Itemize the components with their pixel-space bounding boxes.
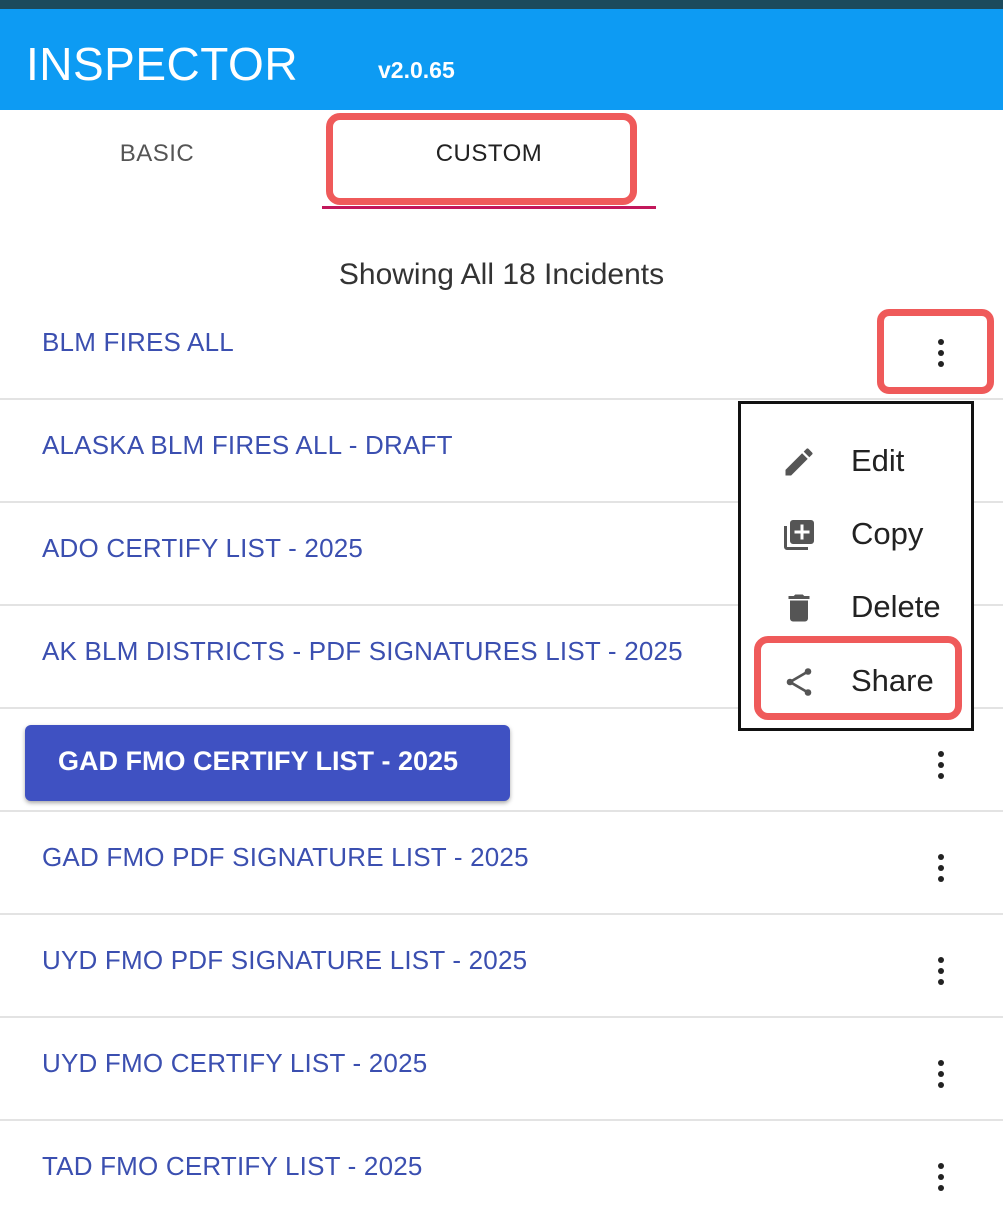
trash-icon [788, 594, 810, 622]
more-options-button[interactable] [922, 947, 960, 995]
more-vert-icon [938, 957, 944, 963]
list-item-label[interactable]: ALASKA BLM FIRES ALL - DRAFT [42, 430, 453, 461]
menu-item-label: Delete [851, 589, 941, 624]
list-item-label[interactable]: TAD FMO CERTIFY LIST - 2025 [42, 1151, 423, 1182]
share-item-highlight [754, 636, 962, 720]
menu-item-edit[interactable]: Edit [741, 424, 971, 494]
app-header: INSPECTOR v2.0.65 [0, 9, 1003, 110]
more-options-button[interactable] [922, 1153, 960, 1201]
list-item-label[interactable]: AK BLM DISTRICTS - PDF SIGNATURES LIST -… [42, 636, 683, 667]
list-item-label: GAD FMO CERTIFY LIST - 2025 [58, 746, 459, 776]
more-options-button[interactable] [922, 741, 960, 789]
selected-list-chip[interactable]: GAD FMO CERTIFY LIST - 2025 [25, 725, 510, 801]
menu-item-copy[interactable]: Copy [741, 497, 971, 567]
menu-item-label: Edit [851, 443, 905, 478]
more-options-button[interactable] [922, 844, 960, 892]
more-vert-icon [938, 751, 944, 757]
incident-count-status: Showing All 18 Incidents [338, 258, 665, 291]
more-vert-icon [938, 854, 944, 860]
more-options-button[interactable] [922, 1050, 960, 1098]
list-item-label[interactable]: BLM FIRES ALL [42, 327, 234, 358]
menu-item-delete[interactable]: Delete [741, 570, 971, 640]
custom-tab-highlight [326, 113, 637, 205]
app-version: v2.0.65 [378, 57, 455, 83]
more-vert-icon [938, 1060, 944, 1066]
pencil-icon [785, 448, 813, 476]
list-item-label[interactable]: ADO CERTIFY LIST - 2025 [42, 533, 363, 564]
list-item-label[interactable]: UYD FMO CERTIFY LIST - 2025 [42, 1048, 427, 1079]
more-button-highlight [877, 309, 994, 394]
more-vert-icon [938, 1163, 944, 1169]
list-item[interactable]: UYD FMO PDF SIGNATURE LIST - 2025 [0, 915, 1003, 1018]
list-item[interactable]: BLM FIRES ALL [0, 297, 1003, 400]
list-item-label[interactable]: UYD FMO PDF SIGNATURE LIST - 2025 [42, 945, 527, 976]
list-item[interactable]: TAD FMO CERTIFY LIST - 2025 [0, 1121, 1003, 1218]
menu-item-label: Copy [851, 516, 924, 551]
copy-icon [784, 520, 814, 550]
window-top-strip [0, 0, 1003, 9]
list-item[interactable]: GAD FMO PDF SIGNATURE LIST - 2025 [0, 812, 1003, 915]
tab-basic[interactable]: BASIC [82, 140, 232, 168]
list-item-label[interactable]: GAD FMO PDF SIGNATURE LIST - 2025 [42, 842, 529, 873]
list-item[interactable]: UYD FMO CERTIFY LIST - 2025 [0, 1018, 1003, 1121]
app-title: INSPECTOR [26, 38, 299, 90]
tab-active-indicator [322, 206, 656, 209]
